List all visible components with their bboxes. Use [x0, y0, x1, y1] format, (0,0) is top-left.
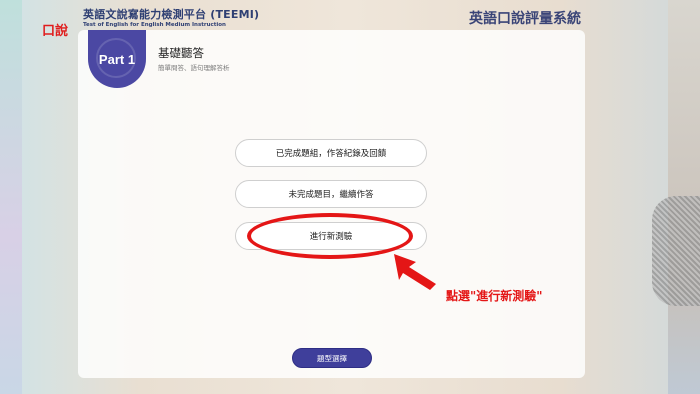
- pointer-arrow-icon: [394, 254, 436, 290]
- question-type-select-button[interactable]: 題型選擇: [292, 348, 372, 368]
- part-badge-label: Part 1: [98, 51, 136, 67]
- left-background-strip: [0, 0, 22, 394]
- brand-title: 英語文說寫能力檢測平台 (TEEMI): [83, 8, 260, 21]
- completed-records-button[interactable]: 已完成題組，作答紀錄及回饋: [235, 139, 427, 167]
- annotation-text: 點選"進行新測驗": [446, 289, 543, 303]
- section-title: 基礎聽答: [158, 46, 204, 60]
- microphone-image: [652, 196, 700, 306]
- brand-logo: 英語文說寫能力檢測平台 (TEEMI) Test of English for …: [83, 6, 259, 28]
- highlight-ellipse: [247, 213, 413, 259]
- corner-label: 口說: [42, 24, 69, 39]
- continue-unfinished-button[interactable]: 未完成題目，繼續作答: [235, 180, 427, 208]
- part-badge: Part 1: [88, 30, 146, 88]
- system-title: 英語口說評量系統: [469, 11, 581, 27]
- section-subtitle: 簡單問答、語句理解答析: [158, 64, 230, 72]
- brand-subtitle: Test of English for English Medium Instr…: [83, 22, 226, 28]
